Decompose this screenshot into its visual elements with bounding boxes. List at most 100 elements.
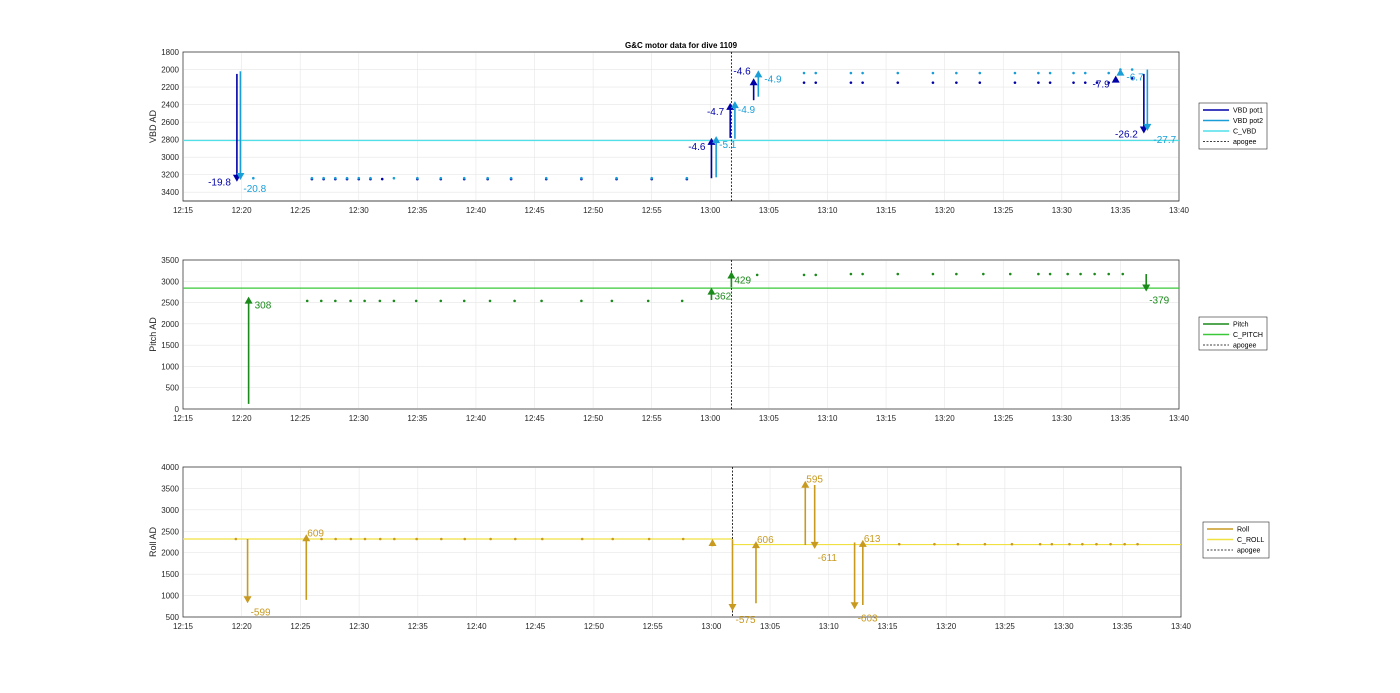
x-tick-label: 13:40 (1171, 622, 1192, 631)
x-tick-label: 12:35 (407, 414, 428, 423)
data-point (486, 176, 489, 180)
y-axis-label: VBD AD (148, 109, 158, 143)
data-point (896, 81, 900, 84)
y-tick-label: 1800 (161, 48, 179, 57)
chart-panel-1: 12:15 12:20 12:25 12:30 12:35 12:40 12:45 12:50… (148, 48, 1268, 215)
x-tick-label: 13:10 (819, 622, 840, 631)
y-tick-label: 2500 (161, 299, 179, 308)
y-tick-label: 3000 (161, 153, 179, 162)
data-point (378, 537, 382, 541)
x-tick-label: 13:35 (1110, 206, 1131, 215)
data-point (509, 176, 513, 180)
arrow-label: -379 (1149, 296, 1169, 307)
data-point (849, 81, 853, 84)
plot-area (182, 259, 1180, 410)
data-point (814, 71, 818, 75)
x-tick-label: 13:30 (1054, 622, 1075, 631)
chart-panel-2: 12:15 12:20 12:25 12:30 12:35 12:40 12:45 12:50… (148, 256, 1268, 423)
data-point (1083, 71, 1087, 75)
data-point (1013, 71, 1017, 75)
legend-entry: Pitch (1233, 322, 1249, 329)
x-tick-label: 13:20 (936, 622, 957, 631)
legend-entry: apogee (1237, 548, 1260, 555)
data-point (956, 542, 960, 546)
y-tick-label: 1000 (161, 362, 179, 371)
x-tick-label: 12:30 (349, 622, 370, 631)
x-tick-label: 12:30 (349, 206, 370, 215)
data-point (1081, 542, 1084, 546)
data-point (580, 537, 584, 541)
x-tick-label: 13:25 (995, 622, 1016, 631)
data-point (1079, 272, 1082, 276)
data-point (1095, 542, 1098, 546)
x-tick-label: 12:35 (407, 206, 428, 215)
data-point (861, 81, 864, 84)
x-tick-label: 13:20 (935, 206, 956, 215)
arrow-label: -7.9 (1092, 80, 1110, 91)
data-point (896, 272, 900, 276)
data-point (849, 71, 853, 75)
data-point (1037, 272, 1040, 276)
data-point (415, 537, 418, 541)
data-point (933, 542, 936, 546)
data-point (931, 71, 935, 75)
data-point (334, 176, 337, 180)
x-tick-label: 13:25 (993, 414, 1014, 423)
data-point (1048, 272, 1052, 276)
data-point (1107, 71, 1110, 75)
data-point (322, 176, 325, 180)
data-point (1050, 542, 1054, 546)
data-point (861, 71, 864, 75)
arrow-label: -20.8 (243, 184, 266, 195)
x-tick-label: 13:15 (876, 206, 897, 215)
arrow-label: 429 (734, 275, 751, 286)
data-point (849, 272, 853, 276)
x-tick-label: 12:20 (232, 622, 253, 631)
y-tick-label: 2800 (161, 136, 179, 145)
y-tick-label: 1500 (161, 570, 179, 579)
y-axis-label: Pitch AD (148, 317, 158, 352)
x-tick-label: 12:20 (232, 414, 253, 423)
data-point (1083, 81, 1087, 84)
data-point (380, 177, 384, 181)
x-tick-label: 12:45 (525, 206, 546, 215)
data-point (802, 81, 806, 84)
y-tick-label: 2500 (161, 527, 179, 536)
data-point (983, 542, 987, 546)
data-point (357, 176, 361, 180)
data-point (931, 81, 935, 84)
data-point (931, 272, 935, 276)
y-tick-label: 500 (166, 613, 180, 622)
data-point (647, 537, 651, 541)
y-tick-label: 2200 (161, 83, 179, 92)
arrow-label: -599 (251, 607, 271, 618)
data-point (363, 537, 367, 541)
arrow-label: 609 (307, 528, 324, 539)
x-tick-label: 13:15 (876, 414, 897, 423)
data-point (650, 176, 654, 180)
data-point (814, 273, 818, 277)
x-tick-label: 12:55 (642, 206, 663, 215)
x-tick-label: 12:55 (642, 414, 663, 423)
figure: G&C motor data for dive 1109 12:15 12:20 1… (0, 0, 1400, 693)
x-tick-label: 12:40 (467, 622, 488, 631)
data-point (1072, 71, 1075, 75)
data-point (310, 176, 314, 180)
data-point (1010, 542, 1014, 546)
x-tick-label: 13:40 (1169, 206, 1190, 215)
x-tick-label: 13:05 (759, 414, 780, 423)
y-tick-label: 3000 (161, 506, 179, 515)
x-tick-label: 13:00 (700, 414, 721, 423)
data-point (978, 81, 982, 84)
data-point (802, 71, 806, 75)
data-point (610, 299, 614, 303)
arrow-label: -4.7 (707, 107, 725, 118)
data-point (334, 537, 337, 541)
arrow-label: 362 (714, 292, 731, 303)
arrow-label: 308 (255, 301, 272, 312)
x-tick-label: 13:30 (1052, 414, 1073, 423)
data-point (488, 299, 492, 303)
arrow-label: -575 (735, 615, 755, 626)
x-tick-label: 12:30 (349, 414, 370, 423)
data-point (1123, 542, 1126, 546)
